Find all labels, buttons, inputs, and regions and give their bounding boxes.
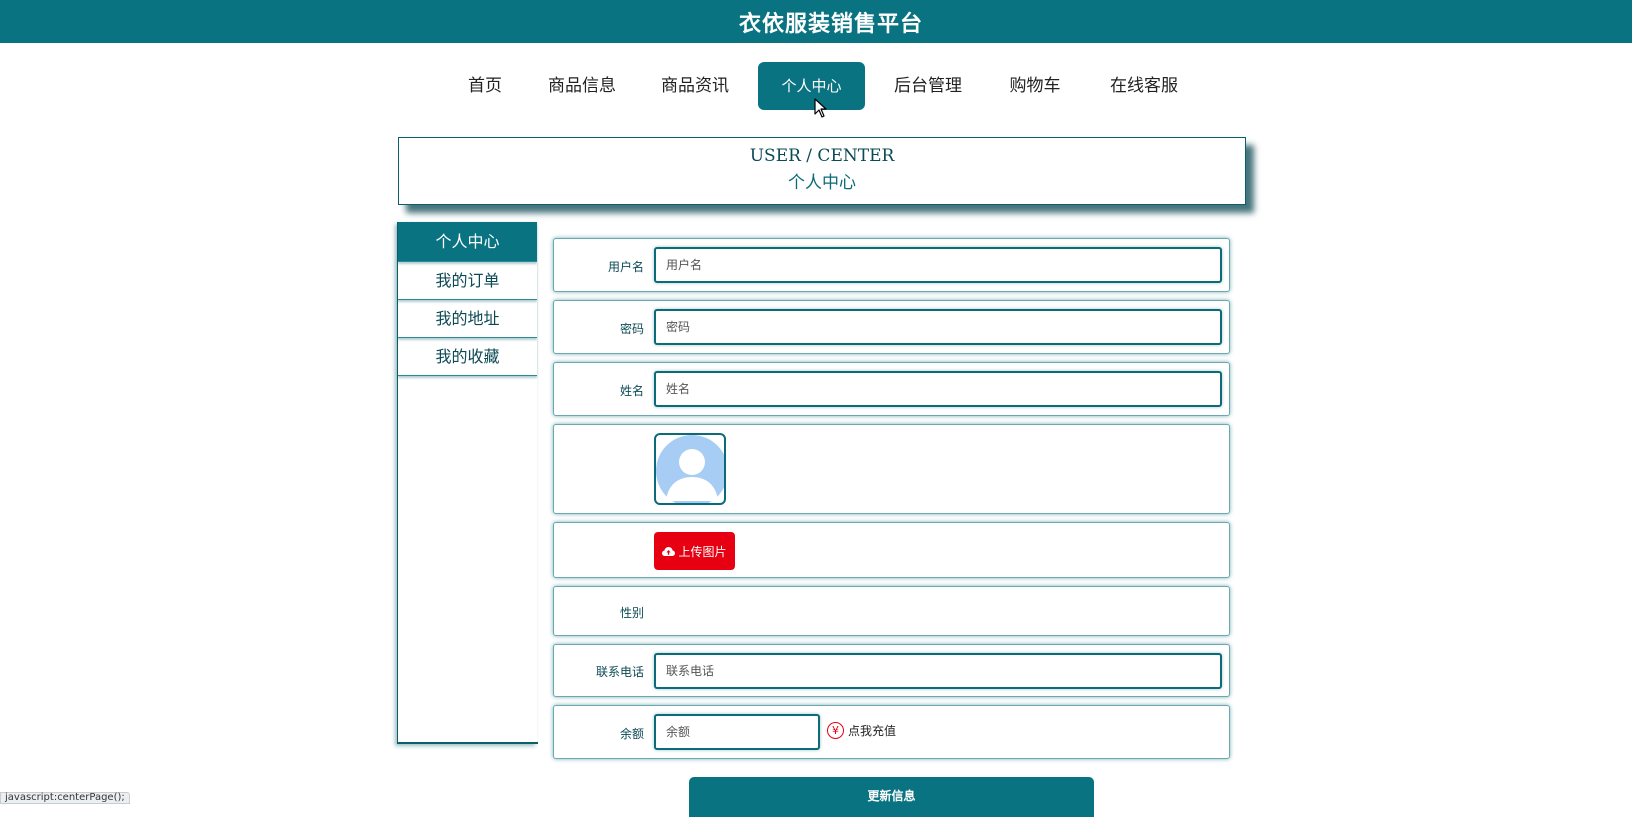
sidebar: 个人中心 我的订单 我的地址 我的收藏 xyxy=(397,222,538,744)
page-header-box: USER / CENTER 个人中心 xyxy=(398,137,1246,205)
form-row-name: 姓名 xyxy=(553,362,1230,416)
form-row-upload: 上传图片 xyxy=(553,522,1230,578)
avatar[interactable] xyxy=(654,433,726,505)
sidebar-item-address[interactable]: 我的地址 xyxy=(398,300,537,338)
sidebar-item-favorites[interactable]: 我的收藏 xyxy=(398,338,537,376)
page-title-en: USER / CENTER xyxy=(749,146,895,166)
form-row-password: 密码 xyxy=(553,300,1230,354)
update-info-button[interactable]: 更新信息 xyxy=(689,777,1094,817)
nav-user-center[interactable]: 个人中心 xyxy=(758,62,865,110)
site-title: 衣依服装销售平台 xyxy=(738,11,923,37)
nav-news[interactable]: 商品资讯 xyxy=(651,62,739,110)
top-header-bar: 衣依服装销售平台 xyxy=(0,0,1632,43)
gender-label: 性别 xyxy=(619,606,644,620)
upload-image-label: 上传图片 xyxy=(678,544,727,559)
name-label: 姓名 xyxy=(619,384,644,398)
form-row-phone: 联系电话 xyxy=(553,644,1230,697)
form-row-balance: 余额 ¥ 点我充值 xyxy=(553,705,1230,759)
form-row-avatar xyxy=(553,424,1230,514)
mouse-cursor-icon xyxy=(814,98,827,118)
yen-icon: ¥ xyxy=(827,722,844,739)
form-row-gender: 性别 xyxy=(553,586,1230,636)
phone-input[interactable] xyxy=(654,653,1222,689)
default-user-avatar-icon xyxy=(656,435,724,503)
upload-image-button[interactable]: 上传图片 xyxy=(654,532,735,570)
sidebar-item-orders[interactable]: 我的订单 xyxy=(398,262,537,300)
user-info-form: 用户名 密码 姓名 上传图片 性别 联系电话 xyxy=(553,238,1230,767)
nav-products[interactable]: 商品信息 xyxy=(538,62,626,110)
recharge-link[interactable]: ¥ 点我充值 xyxy=(827,722,896,739)
nav-admin[interactable]: 后台管理 xyxy=(884,62,972,110)
recharge-label: 点我充值 xyxy=(848,724,897,738)
username-label: 用户名 xyxy=(607,260,644,274)
balance-input[interactable] xyxy=(654,714,820,750)
name-input[interactable] xyxy=(654,371,1222,407)
cloud-upload-icon xyxy=(662,546,676,556)
nav-home[interactable]: 首页 xyxy=(457,62,513,110)
form-row-username: 用户名 xyxy=(553,238,1230,292)
balance-label: 余额 xyxy=(619,727,644,741)
username-input[interactable] xyxy=(654,247,1222,283)
password-label: 密码 xyxy=(619,322,644,336)
sidebar-item-user-center[interactable]: 个人中心 xyxy=(398,222,537,262)
browser-status-bar: javascript:centerPage(); xyxy=(0,792,130,804)
password-input[interactable] xyxy=(654,309,1222,345)
nav-customer-service[interactable]: 在线客服 xyxy=(1100,62,1188,110)
nav-cart[interactable]: 购物车 xyxy=(999,62,1071,110)
page-title-cn: 个人中心 xyxy=(788,173,856,193)
phone-label: 联系电话 xyxy=(595,665,644,679)
